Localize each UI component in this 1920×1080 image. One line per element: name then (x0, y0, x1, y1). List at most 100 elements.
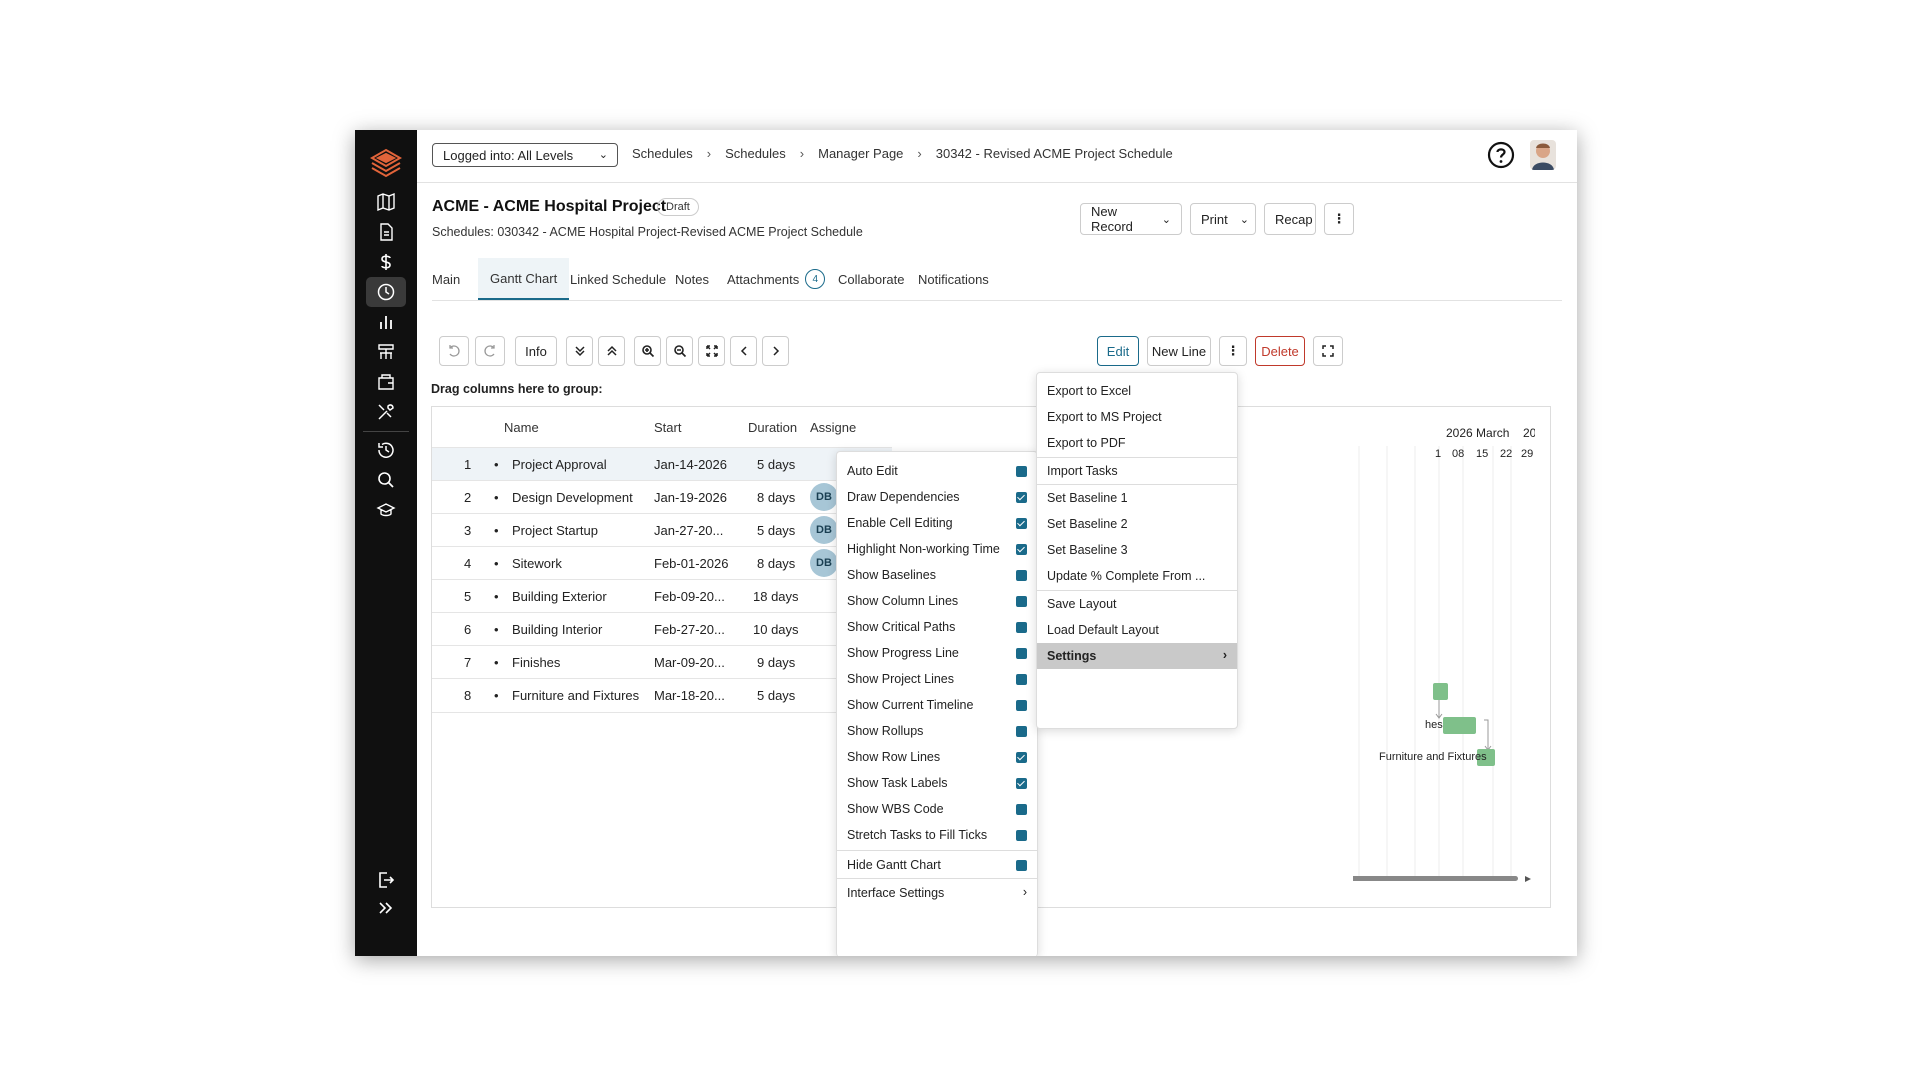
menu-item-export-pdf[interactable]: Export to PDF (1037, 430, 1237, 456)
table-row[interactable]: 5 • Building Exterior Feb-09-20... 18 da… (432, 579, 892, 613)
history-icon[interactable] (366, 435, 406, 465)
menu-item-show-critical-paths[interactable]: Show Critical Paths (837, 614, 1037, 640)
table-row[interactable]: 6 • Building Interior Feb-27-20... 10 da… (432, 612, 892, 646)
table-row[interactable]: 1 • Project Approval Jan-14-2026 5 days (432, 447, 892, 481)
menu-item-show-rollups[interactable]: Show Rollups (837, 718, 1037, 744)
table-row[interactable]: 7 • Finishes Mar-09-20... 9 days (432, 645, 892, 679)
tab-collaborate[interactable]: Collaborate (838, 258, 905, 300)
zoom-out-icon[interactable] (666, 336, 693, 366)
menu-item-update-percent-complete[interactable]: Update % Complete From ... (1037, 563, 1237, 589)
checkbox[interactable] (1016, 596, 1027, 607)
checkbox[interactable] (1016, 648, 1027, 659)
logout-icon[interactable] (366, 865, 406, 895)
document-icon[interactable] (366, 217, 406, 247)
menu-item-hide-gantt-chart[interactable]: Hide Gantt Chart (837, 852, 1037, 878)
menu-item-import-tasks[interactable]: Import Tasks (1037, 458, 1237, 484)
menu-item-save-layout[interactable]: Save Layout (1037, 591, 1237, 617)
tab-notifications[interactable]: Notifications (918, 258, 989, 300)
help-icon[interactable] (1487, 141, 1515, 169)
checkbox[interactable] (1016, 860, 1027, 871)
menu-item-show-wbs-code[interactable]: Show WBS Code (837, 796, 1037, 822)
checkbox[interactable] (1016, 726, 1027, 737)
dollar-icon[interactable] (366, 247, 406, 277)
checkbox[interactable] (1016, 570, 1027, 581)
print-button[interactable]: Print ⌄ (1190, 203, 1256, 235)
checkbox[interactable] (1016, 466, 1027, 477)
wallet-icon[interactable] (366, 367, 406, 397)
graduation-cap-icon[interactable] (366, 495, 406, 525)
gantt-more-button[interactable]: ⋮ (1219, 336, 1247, 366)
tab-attachments[interactable]: Attachments 4 (727, 258, 826, 300)
checkbox[interactable] (1016, 830, 1027, 841)
checkbox[interactable] (1016, 752, 1027, 763)
delete-button[interactable]: Delete (1255, 336, 1305, 366)
menu-item-load-default-layout[interactable]: Load Default Layout (1037, 617, 1237, 643)
breadcrumb-item[interactable]: Schedules (632, 146, 693, 161)
undo-button[interactable] (439, 336, 469, 366)
assignee-avatar[interactable]: DB (810, 549, 838, 577)
tab-main[interactable]: Main (432, 258, 460, 300)
tab-gantt-chart[interactable]: Gantt Chart (478, 258, 570, 300)
breadcrumb-item[interactable]: 30342 - Revised ACME Project Schedule (936, 146, 1173, 161)
more-options-button[interactable]: ⋮ (1324, 203, 1354, 235)
menu-item-show-current-timeline[interactable]: Show Current Timeline (837, 692, 1037, 718)
table-row[interactable]: 2 • Design Development Jan-19-2026 8 day… (432, 480, 892, 514)
menu-item-draw-dependencies[interactable]: Draw Dependencies (837, 484, 1037, 510)
menu-item-show-baselines[interactable]: Show Baselines (837, 562, 1037, 588)
checkbox[interactable] (1016, 804, 1027, 815)
collapse-all-icon[interactable] (598, 336, 625, 366)
menu-item-settings[interactable]: Settings › (1037, 643, 1237, 669)
gantt-timeline[interactable]: 2026 March 20 1 08 15 22 29 hes Furnitur… (1343, 406, 1535, 906)
checkbox[interactable] (1016, 700, 1027, 711)
menu-item-enable-cell-editing[interactable]: Enable Cell Editing (837, 510, 1037, 536)
new-line-button[interactable]: New Line (1147, 336, 1211, 366)
breadcrumb-item[interactable]: Schedules (725, 146, 786, 161)
tab-linked-schedule[interactable]: Linked Schedule (570, 258, 666, 300)
tools-icon[interactable] (366, 397, 406, 427)
menu-item-interface-settings[interactable]: Interface Settings › (837, 880, 1037, 906)
org-structure-icon[interactable] (366, 337, 406, 367)
menu-item-set-baseline-3[interactable]: Set Baseline 3 (1037, 537, 1237, 563)
menu-item-show-project-lines[interactable]: Show Project Lines (837, 666, 1037, 692)
checkbox[interactable] (1016, 778, 1027, 789)
menu-item-show-task-labels[interactable]: Show Task Labels (837, 770, 1037, 796)
search-icon[interactable] (366, 465, 406, 495)
column-header-duration[interactable]: Duration (748, 407, 797, 447)
previous-icon[interactable] (730, 336, 757, 366)
column-header-assignee[interactable]: Assigne (810, 407, 856, 447)
edit-button[interactable]: Edit (1097, 336, 1139, 366)
fullscreen-icon[interactable] (1313, 336, 1343, 366)
menu-item-show-row-lines[interactable]: Show Row Lines (837, 744, 1037, 770)
zoom-to-fit-icon[interactable] (698, 336, 725, 366)
table-row[interactable]: 3 • Project Startup Jan-27-20... 5 days … (432, 513, 892, 547)
menu-item-set-baseline-1[interactable]: Set Baseline 1 (1037, 485, 1237, 511)
menu-item-show-column-lines[interactable]: Show Column Lines (837, 588, 1037, 614)
table-row[interactable]: 4 • Sitework Feb-01-2026 8 days DB (432, 546, 892, 580)
expand-sidebar-icon[interactable] (366, 893, 406, 923)
schedule-clock-icon[interactable] (366, 277, 406, 307)
checkbox[interactable] (1016, 544, 1027, 555)
menu-item-highlight-non-working-time[interactable]: Highlight Non-working Time (837, 536, 1037, 562)
map-icon[interactable] (366, 187, 406, 217)
column-header-start[interactable]: Start (654, 407, 681, 447)
checkbox[interactable] (1016, 518, 1027, 529)
next-icon[interactable] (762, 336, 789, 366)
group-drop-zone[interactable]: Drag columns here to group: (431, 382, 603, 396)
assignee-avatar[interactable]: DB (810, 483, 838, 511)
breadcrumb-item[interactable]: Manager Page (818, 146, 903, 161)
app-logo-icon[interactable] (366, 144, 406, 184)
menu-item-stretch-tasks[interactable]: Stretch Tasks to Fill Ticks (837, 822, 1037, 848)
redo-button[interactable] (475, 336, 505, 366)
login-level-select[interactable]: Logged into: All Levels ⌄ (432, 143, 618, 167)
recap-button[interactable]: Recap (1264, 203, 1316, 235)
expand-all-icon[interactable] (566, 336, 593, 366)
menu-item-export-ms-project[interactable]: Export to MS Project (1037, 404, 1237, 430)
zoom-in-icon[interactable] (634, 336, 661, 366)
avatar[interactable] (1530, 140, 1556, 170)
checkbox[interactable] (1016, 622, 1027, 633)
menu-item-set-baseline-2[interactable]: Set Baseline 2 (1037, 511, 1237, 537)
menu-item-show-progress-line[interactable]: Show Progress Line (837, 640, 1037, 666)
menu-item-auto-edit[interactable]: Auto Edit (837, 458, 1037, 484)
bar-chart-icon[interactable] (366, 307, 406, 337)
checkbox[interactable] (1016, 674, 1027, 685)
